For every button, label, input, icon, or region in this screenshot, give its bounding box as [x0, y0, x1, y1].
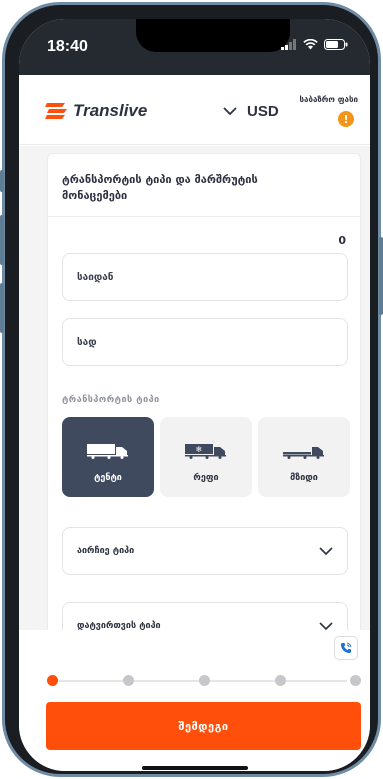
- tent-truck-icon: [87, 444, 128, 459]
- signal-icon: [281, 39, 296, 50]
- call-button[interactable]: [334, 636, 358, 660]
- progress-step: [275, 675, 286, 686]
- to-input[interactable]: სად: [62, 318, 348, 366]
- volume-up-button: [0, 215, 4, 265]
- transport-type-options: ტენტი ❄ რეფი მზიდი: [62, 417, 350, 497]
- reefer-truck-icon: ❄: [185, 444, 226, 459]
- clock: 18:40: [47, 38, 88, 55]
- alert-badge[interactable]: !: [338, 111, 354, 127]
- to-input-placeholder: სად: [77, 336, 97, 348]
- currency-selector[interactable]: USD: [223, 103, 279, 120]
- translive-logo-icon: [45, 103, 67, 119]
- app-header: Translive USD საბაზრო ფასი !: [19, 75, 370, 145]
- brand-name: Translive: [73, 101, 148, 120]
- trailer-type-select-label: აირჩიე ტიპი: [77, 546, 135, 556]
- market-price-label: საბაზრო ფასი: [299, 95, 358, 104]
- chevron-down-icon: [319, 546, 333, 555]
- main-content: ტრანსპორტის ტიპი და მარშრუტის მონაცემები…: [19, 146, 370, 630]
- brand-logo[interactable]: Translive: [45, 101, 147, 121]
- bottom-bar: შემდეგი: [19, 630, 370, 771]
- volume-down-button: [0, 283, 4, 333]
- status-bar: 18:40: [19, 19, 370, 75]
- next-button[interactable]: შემდეგი: [46, 702, 361, 750]
- load-type-select-label: დატვირთვის ტიპი: [77, 621, 161, 630]
- currency-label: USD: [247, 103, 279, 120]
- battery-icon: [324, 39, 348, 50]
- form-title: ტრანსპორტის ტიპი და მარშრუტის მონაცემები: [62, 173, 258, 202]
- route-form-card: ტრანსპორტის ტიპი და მარშრუტის მონაცემები…: [47, 153, 361, 630]
- chevron-down-icon: [319, 621, 333, 630]
- trailer-type-select[interactable]: აირჩიე ტიპი: [62, 527, 348, 575]
- progress-step: [350, 675, 361, 686]
- flatbed-truck-icon: [283, 447, 324, 459]
- progress-step: [123, 675, 134, 686]
- from-input[interactable]: საიდან: [62, 253, 348, 301]
- progress-step: [199, 675, 210, 686]
- transport-option-tent[interactable]: ტენტი: [62, 417, 154, 497]
- transport-option-label: მზიდი: [290, 473, 318, 483]
- app-screen: 18:40 Translive USD საბაზრო ფასი ! ტრანს…: [19, 19, 370, 771]
- divider: [48, 216, 360, 217]
- wifi-icon: [303, 39, 318, 50]
- chevron-down-icon: [223, 107, 237, 116]
- home-indicator: [142, 766, 248, 770]
- load-type-select[interactable]: დატვირთვის ტიპი: [62, 602, 348, 630]
- svg-text:❄: ❄: [196, 445, 203, 454]
- counter: 0: [338, 234, 346, 247]
- notch: [136, 19, 290, 52]
- progress-steps: [47, 675, 361, 687]
- phone-icon: [341, 642, 352, 653]
- mute-switch: [0, 170, 4, 192]
- progress-step-active: [47, 675, 58, 686]
- transport-option-label: ტენტი: [94, 473, 122, 483]
- phone-frame: 18:40 Translive USD საბაზრო ფასი ! ტრანს…: [0, 2, 383, 777]
- status-icons: [281, 39, 348, 50]
- transport-option-flatbed[interactable]: მზიდი: [258, 417, 350, 497]
- transport-type-label: ტრანსპორტის ტიპი: [62, 395, 160, 405]
- power-button: [379, 237, 383, 315]
- from-input-placeholder: საიდან: [77, 271, 114, 283]
- transport-option-label: რეფი: [193, 473, 219, 483]
- transport-option-reefer[interactable]: ❄ რეფი: [160, 417, 252, 497]
